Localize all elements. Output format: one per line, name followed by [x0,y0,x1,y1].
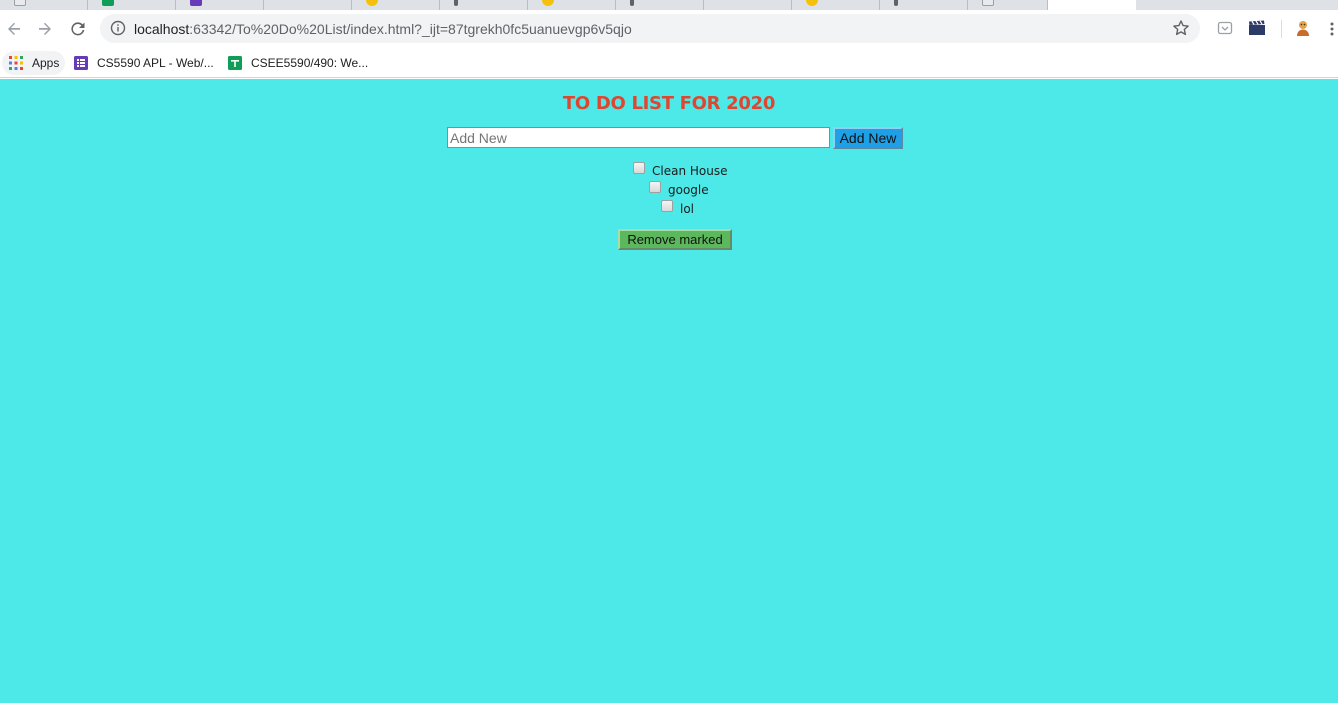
todo-item: google [649,181,709,198]
bookmark-label: CSEE5590/490: We... [251,56,369,70]
tab-icon [894,0,898,6]
browser-tab[interactable] [440,0,528,10]
bookmarks-bar: Apps CS5590 APL - Web/... CSEE5590/490: … [0,48,1338,78]
url-host: localhost [134,21,190,37]
browser-tab[interactable] [88,0,176,10]
sheets-icon [102,0,114,6]
browser-tab[interactable] [616,0,704,10]
todo-label: google [668,183,709,197]
todo-label: lol [680,202,695,216]
todo-checkbox[interactable] [661,200,673,212]
forms-icon [190,0,202,6]
more-vert-icon [1330,22,1334,36]
profile-avatar-icon[interactable] [1294,19,1312,37]
tab-icon [454,0,458,6]
page-icon [14,0,26,6]
extension-clapperboard-icon[interactable] [1248,19,1266,37]
browser-tab[interactable] [528,0,616,10]
bookmark-cs5590[interactable]: CS5590 APL - Web/... [67,51,220,75]
bookmark-csee5590[interactable]: CSEE5590/490: We... [221,51,374,75]
address-bar[interactable]: localhost:63342/To%20Do%20List/index.htm… [100,14,1200,43]
toolbar-separator [1281,20,1282,38]
reload-button[interactable] [66,17,90,41]
back-button[interactable] [2,17,26,41]
browser-tab[interactable] [880,0,968,10]
browser-tab[interactable] [352,0,440,10]
remove-marked-button[interactable]: Remove marked [618,229,732,250]
todo-item: lol [661,200,695,217]
add-new-input[interactable] [447,127,830,148]
back-arrow-icon [8,22,20,35]
active-browser-tab[interactable] [1048,0,1136,10]
bookmark-label: CS5590 APL - Web/... [97,56,214,70]
forward-button[interactable] [33,17,57,41]
bookmark-apps[interactable]: Apps [2,51,66,75]
url-text: localhost:63342/To%20Do%20List/index.htm… [134,21,632,37]
browser-menu-button[interactable] [1326,17,1338,41]
forward-arrow-icon [39,22,51,35]
python-icon [366,0,378,6]
browser-toolbar: localhost:63342/To%20Do%20List/index.htm… [0,10,1338,48]
browser-tab[interactable] [264,0,352,10]
python-icon [806,0,818,6]
browser-tab[interactable] [792,0,880,10]
page-icon [982,0,994,6]
forms-icon [73,55,89,71]
todo-label: Clean House [652,164,728,178]
reload-icon [71,22,85,36]
browser-tab[interactable] [968,0,1048,10]
browser-tab[interactable] [176,0,264,10]
browser-tab[interactable] [704,0,792,10]
url-path: :63342/To%20Do%20List/index.html?_ijt=87… [189,21,632,37]
python-icon [542,0,554,6]
extension-pocket-icon[interactable] [1216,19,1234,37]
todo-item: Clean House [633,162,728,179]
info-icon[interactable] [110,20,126,41]
todo-checkbox[interactable] [633,162,645,174]
todo-page: TO DO LIST FOR 2020 Add New Clean House … [0,79,1338,703]
add-new-button[interactable]: Add New [833,127,903,149]
apps-grid-icon [8,55,24,71]
bookmark-label: Apps [32,56,60,70]
tab-icon [630,0,634,6]
todo-checkbox[interactable] [649,181,661,193]
sheets-icon [227,55,243,71]
browser-tab[interactable] [0,0,88,10]
tab-strip [0,0,1338,10]
bookmark-star-icon[interactable] [1172,19,1190,42]
page-title: TO DO LIST FOR 2020 [562,93,776,114]
